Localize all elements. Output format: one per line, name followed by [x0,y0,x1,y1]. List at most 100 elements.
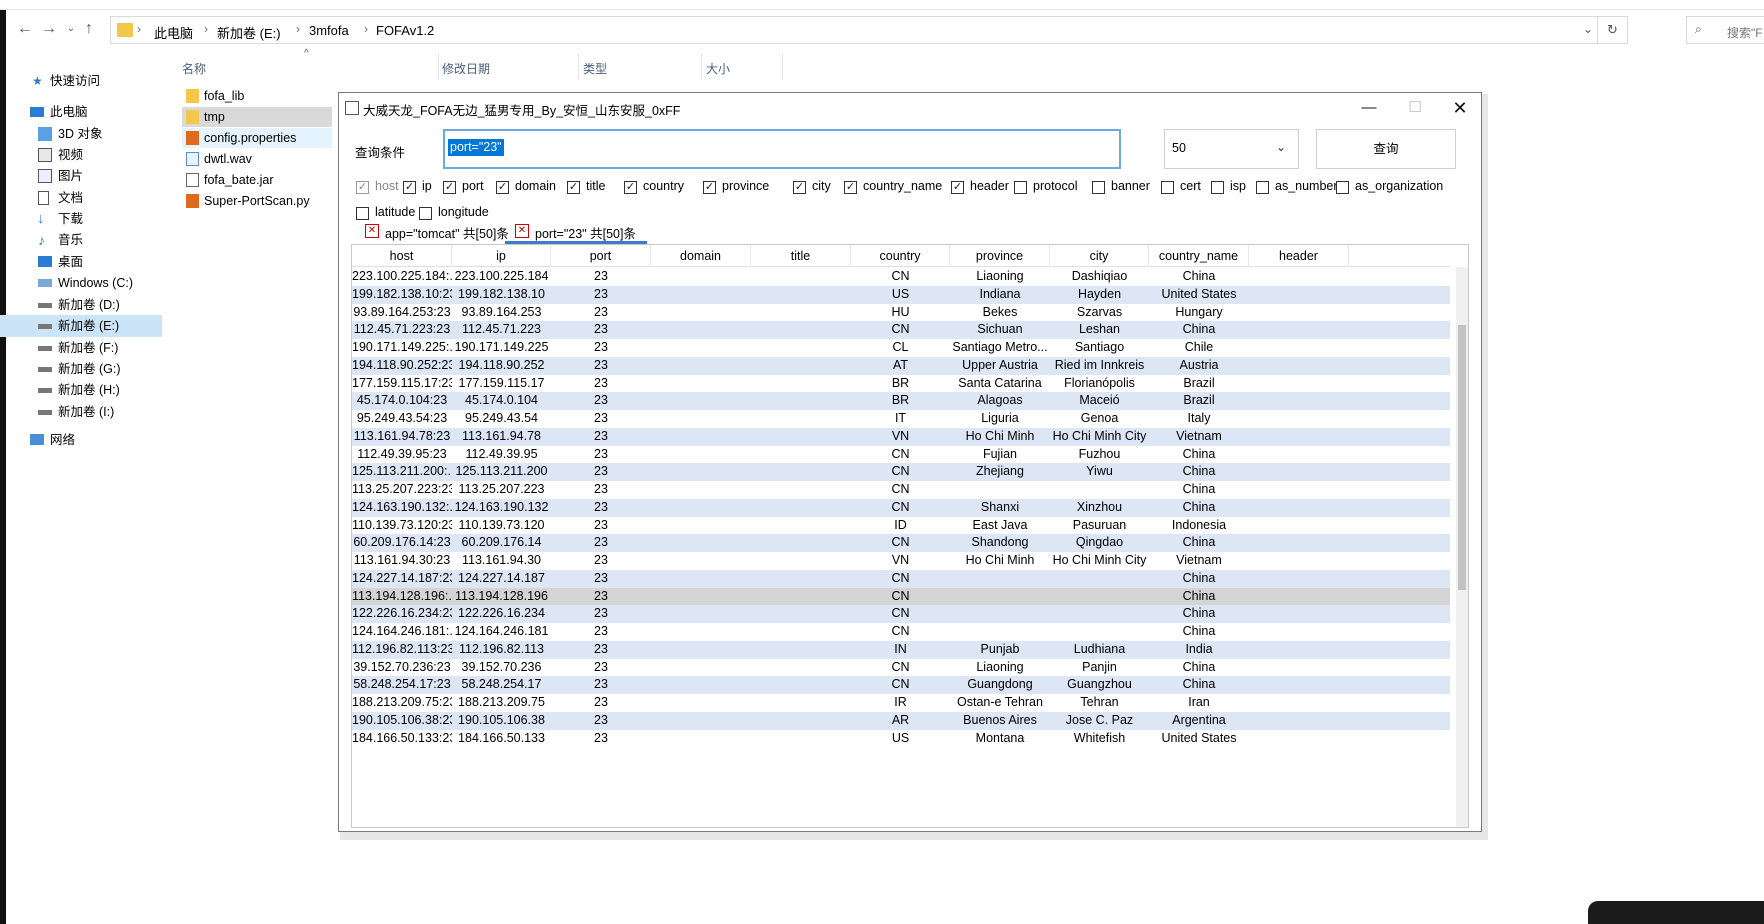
table-row[interactable]: 95.249.43.54:23 95.249.43.54 23 IT Liguria Ge… [352,410,1450,428]
table-row[interactable]: 113.25.207.223:23 113.25.207.223 23 CN China [352,481,1450,499]
table-row[interactable]: 184.166.50.133:23 184.166.50.133 23 US Monta… [352,730,1450,748]
forward-arrow-icon[interactable]: → [38,18,60,40]
table-row[interactable]: 124.227.14.187:23 124.227.14.187 23 CN China [352,569,1450,588]
vertical-scrollbar[interactable] [1456,267,1468,827]
column-header-province[interactable]: province [950,245,1050,267]
column-header-host[interactable]: host [352,245,452,267]
query-input[interactable]: port="23" [443,129,1121,169]
column-header-ip[interactable]: ip [452,245,551,267]
nav-drive-i[interactable]: 新加卷 (I:) [0,401,162,423]
back-arrow-icon[interactable]: ← [14,18,36,40]
table-cell: 190.105.106.38:23 [352,712,452,727]
tab-close-icon[interactable]: ✕ [365,224,379,238]
nav-drive-e[interactable]: 新加卷 (E:) [0,315,162,337]
table-row[interactable]: 122.226.16.234:23 122.226.16.234 23 CN China [352,605,1450,623]
table-cell [651,712,751,730]
table-cell: 23 [594,624,608,638]
close-icon[interactable]: ✕ [1437,93,1483,123]
table-row[interactable]: 113.161.94.78:23 113.161.94.78 23 VN Ho Chi … [352,427,1450,446]
drive-icon [38,279,52,287]
table-cell [1249,694,1349,712]
table-row[interactable]: 112.45.71.223:23 112.45.71.223 23 CN Sichuan… [352,321,1450,339]
column-header-country[interactable]: country [851,245,950,267]
table-cell [950,588,1050,606]
breadcrumb-item[interactable]: FOFAv1.2 [376,23,434,38]
breadcrumb-item[interactable]: 3mfofa [309,23,349,38]
file-item[interactable]: fofa_bate.jar [182,170,332,190]
nav-quick-access[interactable]: ★ 快速访问 [0,70,162,92]
minimize-icon[interactable]: — [1346,93,1392,123]
column-date[interactable]: 修改日期 [442,60,490,77]
nav-3d-objects[interactable]: 3D 对象 [0,123,162,145]
nav-videos[interactable]: 视频 [0,144,162,166]
file-item[interactable]: dwtl.wav [182,149,332,169]
nav-documents[interactable]: 文档 [0,187,162,209]
window-titlebar[interactable]: 大威天龙_FOFA无边_猛男专用_By_安恒_山东安服_0xFF — ☐ ✕ [339,93,1481,123]
nav-drive-g[interactable]: 新加卷 (G:) [0,358,162,380]
file-item[interactable]: tmp [182,107,332,127]
maximize-icon[interactable]: ☐ [1392,93,1438,123]
table-cell [1249,357,1349,375]
nav-this-pc[interactable]: 此电脑 [0,101,162,123]
table-row[interactable]: 93.89.164.253:23 93.89.164.253 23 HU Bekes Sz… [352,304,1450,322]
nav-network[interactable]: 网络 [0,429,162,451]
table-cell: 60.209.176.14 [461,535,542,550]
nav-pictures[interactable]: 图片 [0,165,162,187]
nav-drive-c[interactable]: Windows (C:) [0,272,162,294]
table-row[interactable]: 124.163.190.132:... 124.163.190.132 23 CN Sh… [352,498,1450,517]
table-cell [651,446,751,464]
column-size[interactable]: 大小 [706,60,730,77]
table-row[interactable]: 177.159.115.17:23 177.159.115.17 23 BR Santa… [352,375,1450,393]
table-row[interactable]: 60.209.176.14:23 60.209.176.14 23 CN Shandon… [352,534,1450,552]
table-row[interactable]: 223.100.225.184:... 223.100.225.184 23 CN Li… [352,268,1450,286]
result-size-select[interactable]: 50 ⌄ [1164,129,1299,169]
table-cell: 190.171.149.225 [454,340,549,354]
table-row[interactable]: 39.152.70.236:23 39.152.70.236 23 CN Liaonin… [352,659,1450,677]
table-row[interactable]: 124.164.246.181:... 124.164.246.181 23 CN Ch… [352,623,1450,641]
taskbar-corner [1588,901,1764,924]
table-row[interactable]: 113.161.94.30:23 113.161.94.30 23 VN Ho Chi … [352,552,1450,570]
column-header-port[interactable]: port [551,245,651,267]
table-row[interactable]: 112.49.39.95:23 112.49.39.95 23 CN Fujian Fuz… [352,446,1450,464]
breadcrumb-item[interactable]: 此电脑 [154,23,193,42]
column-name[interactable]: 名称 [182,60,206,77]
column-header-country-name[interactable]: country_name [1149,245,1249,267]
column-header-domain[interactable]: domain [651,245,751,267]
search-input[interactable]: ⌕ 搜索"F [1686,16,1764,44]
table-row[interactable]: 45.174.0.104:23 45.174.0.104 23 BR Alagoas Ma… [352,392,1450,410]
nav-downloads[interactable]: ↓ 下载 [0,208,162,230]
scrollbar-thumb[interactable] [1458,325,1466,590]
nav-drive-d[interactable]: 新加卷 (D:) [0,294,162,316]
table-row[interactable]: 113.194.128.196:... 113.194.128.196 23 CN Ch… [352,587,1450,606]
tab-close-icon[interactable]: ✕ [515,224,529,238]
table-row[interactable]: 188.213.209.75:23 188.213.209.75 23 IR Ostan… [352,694,1450,712]
table-row[interactable]: 110.139.73.120:23 110.139.73.120 23 ID East … [352,517,1450,535]
file-item[interactable]: Super-PortScan.py [182,191,332,211]
refresh-icon[interactable]: ↻ [1597,17,1627,43]
table-cell: Ludhiana [1073,641,1126,656]
table-cell: China [1182,499,1216,514]
column-type[interactable]: 类型 [583,60,607,77]
nav-music[interactable]: ♪ 音乐 [0,229,162,251]
table-row[interactable]: 58.248.254.17:23 58.248.254.17 23 CN Guangdo… [352,676,1450,694]
nav-desktop[interactable]: 桌面 [0,251,162,273]
column-header-city[interactable]: city [1050,245,1149,267]
address-bar[interactable]: › 此电脑 › 新加卷 (E:) › 3mfofa › FOFAv1.2 ⌄ ↻ [110,16,1628,44]
nav-drive-h[interactable]: 新加卷 (H:) [0,379,162,401]
table-row[interactable]: 190.105.106.38:23 190.105.106.38 23 AR Bueno… [352,711,1450,730]
column-header-header[interactable]: header [1249,245,1349,267]
table-row[interactable]: 112.196.82.113:23 112.196.82.113 23 IN Punja… [352,640,1450,659]
table-cell [651,375,751,393]
file-item[interactable]: fofa_lib [182,86,332,106]
table-row[interactable]: 125.113.211.200:... 125.113.211.200 23 CN Zh… [352,463,1450,481]
up-arrow-icon[interactable]: ↑ [78,18,100,40]
table-row[interactable]: 190.171.149.225:... 190.171.149.225 23 CL Sa… [352,339,1450,357]
address-dropdown-icon[interactable]: ⌄ [1583,22,1593,36]
table-row[interactable]: 199.182.138.10:23 199.182.138.10 23 US India… [352,285,1450,304]
column-header-title[interactable]: title [751,245,851,267]
file-item[interactable]: config.properties [182,128,332,148]
nav-drive-f[interactable]: 新加卷 (F:) [0,337,162,359]
table-row[interactable]: 194.118.90.252:23 194.118.90.252 23 AT Upper… [352,356,1450,375]
query-button[interactable]: 查询 [1316,129,1456,169]
breadcrumb-item[interactable]: 新加卷 (E:) [217,23,281,42]
